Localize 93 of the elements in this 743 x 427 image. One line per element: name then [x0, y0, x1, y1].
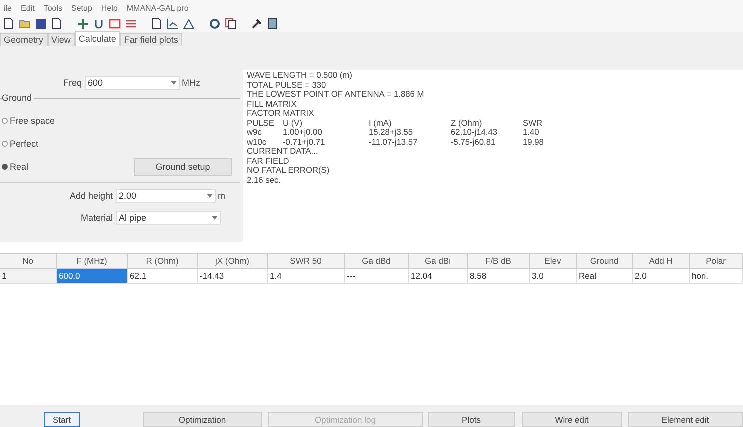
- table-cell: 1: [0, 269, 57, 284]
- output-value: 15.28+j3.55: [369, 128, 414, 138]
- radio-button[interactable]: [2, 118, 8, 124]
- table-cell: -14.43: [198, 269, 268, 284]
- action-button[interactable]: Plots: [428, 412, 515, 427]
- output-header: Z (Ohm): [451, 118, 482, 128]
- output-value: 1.00+j0.00: [283, 128, 324, 138]
- output-value: 62.10-j14.43: [451, 128, 499, 138]
- radio-button[interactable]: [2, 164, 8, 170]
- action-button[interactable]: Start: [44, 412, 80, 427]
- dropdown-arrow-icon[interactable]: [171, 81, 177, 85]
- tab[interactable]: View: [48, 33, 75, 46]
- radio-button[interactable]: [2, 140, 8, 146]
- output-line: 2.16 sec.: [247, 176, 282, 185]
- output-line: WAVE LENGTH = 0.500 (m): [247, 71, 354, 80]
- output-value: w10c: [247, 138, 268, 147]
- table-cell: Real: [577, 269, 633, 284]
- toolbar-icon[interactable]: [93, 18, 105, 30]
- output-line: FAR FIELD: [247, 156, 290, 166]
- column-header[interactable]: F/B dB: [468, 254, 530, 269]
- toolbar-icon[interactable]: [267, 18, 279, 30]
- output-header: U (V): [283, 118, 303, 128]
- column-header[interactable]: Ga dBd: [345, 254, 409, 269]
- toolbar-icon[interactable]: [51, 18, 63, 30]
- output-line: TOTAL PULSE = 330: [247, 80, 328, 90]
- tab[interactable]: Calculate: [74, 31, 120, 46]
- output-header: I (mA): [369, 118, 392, 128]
- menu-item[interactable]: Tools: [44, 4, 62, 12]
- column-header[interactable]: Add H: [633, 254, 690, 269]
- menu-item[interactable]: Setup: [72, 4, 92, 12]
- column-header[interactable]: Polar: [690, 254, 743, 269]
- action-button[interactable]: Optimization: [143, 412, 262, 427]
- table-cell: 1.4: [268, 269, 345, 284]
- table-cell: ---: [345, 269, 409, 284]
- menu-item[interactable]: Help: [101, 4, 118, 12]
- output-line: FILL MATRIX: [247, 100, 298, 109]
- toolbar-icon[interactable]: [35, 18, 47, 30]
- table-cell: 12.04: [409, 269, 468, 284]
- output-value: w9c: [247, 128, 263, 138]
- toolbar-icon[interactable]: [225, 18, 237, 30]
- tab[interactable]: Far field plots: [120, 33, 182, 46]
- dropdown-arrow-icon[interactable]: [207, 194, 213, 198]
- table-cell: 2.0: [633, 269, 690, 284]
- toolbar-icon[interactable]: [251, 18, 263, 30]
- dropdown-arrow-icon[interactable]: [212, 216, 218, 220]
- output-line: NO FATAL ERROR(S): [247, 166, 331, 176]
- menu-item[interactable]: MMANA-GAL pro: [126, 4, 189, 12]
- table-cell: 3.0: [530, 269, 577, 284]
- group-title: Ground: [2, 93, 34, 103]
- table-cell: 62.1: [128, 269, 198, 284]
- column-header[interactable]: SWR 50: [268, 254, 345, 269]
- unit-label: m: [217, 191, 226, 201]
- output-value: -5.75-j60.81: [451, 138, 496, 147]
- column-header[interactable]: Ground: [577, 254, 633, 269]
- output-line: CURRENT DATA...: [247, 147, 318, 156]
- output-line: THE LOWEST POINT OF ANTENNA = 1.886 M: [247, 90, 426, 100]
- column-header[interactable]: No: [0, 254, 57, 269]
- output-value: 1.40: [523, 128, 540, 138]
- action-button[interactable]: Wire edit: [522, 412, 622, 427]
- action-button[interactable]: Element edit: [628, 412, 743, 427]
- tab[interactable]: Geometry: [0, 33, 48, 46]
- toolbar-icon[interactable]: [183, 18, 195, 30]
- freq-label: Freq: [62, 78, 83, 88]
- unit-label: MHz: [181, 78, 200, 88]
- radio-label[interactable]: Perfect: [10, 138, 39, 148]
- table-cell: hori.: [690, 269, 743, 284]
- radio-label[interactable]: Real: [10, 162, 29, 172]
- column-header[interactable]: jX (Ohm): [198, 254, 268, 269]
- output-value: -0.71+j0.71: [283, 138, 326, 147]
- menu-item[interactable]: ile: [4, 4, 12, 12]
- table-cell: 600.0: [57, 269, 128, 284]
- output-value: -11.07-j13.57: [369, 138, 419, 147]
- output-header: PULSE: [247, 118, 276, 128]
- output-line: FACTOR MATRIX: [247, 109, 316, 118]
- output-header: SWR: [523, 118, 544, 128]
- toolbar-icon[interactable]: [167, 18, 179, 30]
- add-height-label: Add height: [68, 191, 114, 201]
- column-header[interactable]: Elev: [530, 254, 577, 269]
- freq-dropdown[interactable]: 600: [85, 76, 180, 90]
- column-header[interactable]: F (MHz): [57, 254, 128, 269]
- toolbar-icon[interactable]: [209, 18, 221, 30]
- material-dropdown[interactable]: Al pipe: [116, 211, 221, 225]
- output-value: 19.98: [523, 138, 545, 147]
- ground-setup-button[interactable]: Ground setup: [134, 158, 232, 176]
- menu-item[interactable]: Edit: [21, 4, 35, 12]
- material-label: Material: [80, 213, 114, 223]
- toolbar-icon[interactable]: [151, 18, 163, 30]
- radio-label[interactable]: Free space: [10, 116, 56, 126]
- table-cell: 8.58: [468, 269, 530, 284]
- toolbar-icon[interactable]: [3, 18, 15, 30]
- add-height-field[interactable]: 2.00: [116, 189, 216, 203]
- column-header[interactable]: R (Ohm): [128, 254, 198, 269]
- column-header[interactable]: Ga dBi: [409, 254, 468, 269]
